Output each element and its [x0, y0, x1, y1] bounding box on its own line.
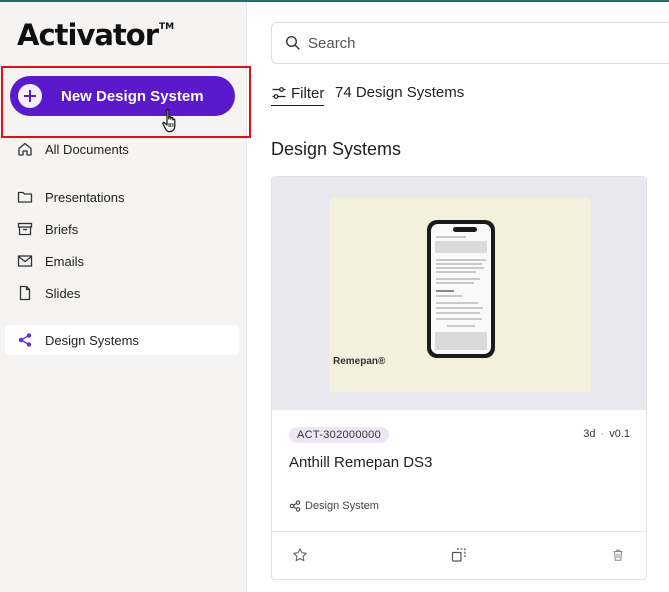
filter-button[interactable]: Filter	[271, 82, 325, 106]
sidebar-item-label: Presentations	[45, 189, 125, 205]
card-type: Design System	[289, 500, 379, 512]
card-divider	[272, 531, 646, 532]
sidebar-item-label: Emails	[45, 253, 85, 269]
sliders-icon	[272, 87, 286, 99]
plus-icon	[18, 84, 42, 108]
sidebar-item-label: All Documents	[45, 141, 129, 157]
results-count: 74 Design Systems	[335, 84, 465, 101]
favorite-button[interactable]	[291, 546, 309, 564]
hand-pointer-icon	[162, 109, 176, 133]
sidebar-item-all-documents[interactable]: All Documents	[5, 134, 239, 164]
card-thumbnail[interactable]: Remepan®	[272, 177, 646, 410]
sidebar-item-design-systems[interactable]: Design Systems	[5, 325, 239, 355]
sidebar-item-slides[interactable]: Slides	[5, 278, 239, 308]
duplicate-button[interactable]	[450, 546, 468, 564]
copy-icon	[451, 548, 466, 562]
new-design-system-button[interactable]: New Design System	[10, 76, 235, 116]
sidebar-item-briefs[interactable]: Briefs	[5, 214, 239, 244]
sidebar-item-label: Briefs	[45, 221, 79, 237]
sidebar-item-label: Slides	[45, 285, 81, 301]
sidebar-item-presentations[interactable]: Presentations	[5, 182, 239, 212]
thumbnail-brand: Remepan®	[333, 356, 386, 367]
search-icon	[285, 35, 300, 50]
card-type-label: Design System	[305, 500, 379, 512]
sidebar-item-label: Design Systems	[45, 332, 139, 348]
new-design-system-label: New Design System	[61, 87, 204, 105]
card-meta: 3d · v0.1	[583, 428, 630, 440]
phone-mockup	[427, 220, 495, 358]
document-id-badge: ACT-302000000	[289, 427, 390, 443]
archive-icon	[16, 220, 34, 238]
mail-icon	[16, 252, 34, 270]
star-icon	[293, 548, 307, 562]
card-age: 3d	[583, 428, 596, 440]
trash-icon	[613, 549, 623, 561]
search-input[interactable]	[308, 34, 648, 52]
file-icon	[16, 284, 34, 302]
home-icon	[16, 140, 34, 158]
card-version: v0.1	[609, 428, 630, 440]
card-title[interactable]: Anthill Remepan DS3	[289, 454, 432, 471]
design-system-card[interactable]: Remepan® ACT-302000000 3d · v0.1 Anthill R…	[271, 176, 647, 580]
section-title: Design Systems	[271, 139, 402, 159]
delete-button[interactable]	[609, 546, 627, 564]
share-icon	[16, 331, 34, 349]
search-bar[interactable]	[271, 22, 669, 64]
share-icon	[289, 500, 301, 512]
app-logo: ActivatorTM	[17, 18, 175, 52]
thumbnail-preview: Remepan®	[329, 197, 591, 392]
folder-icon	[16, 188, 34, 206]
sidebar-item-emails[interactable]: Emails	[5, 246, 239, 276]
filter-label: Filter	[291, 84, 325, 102]
